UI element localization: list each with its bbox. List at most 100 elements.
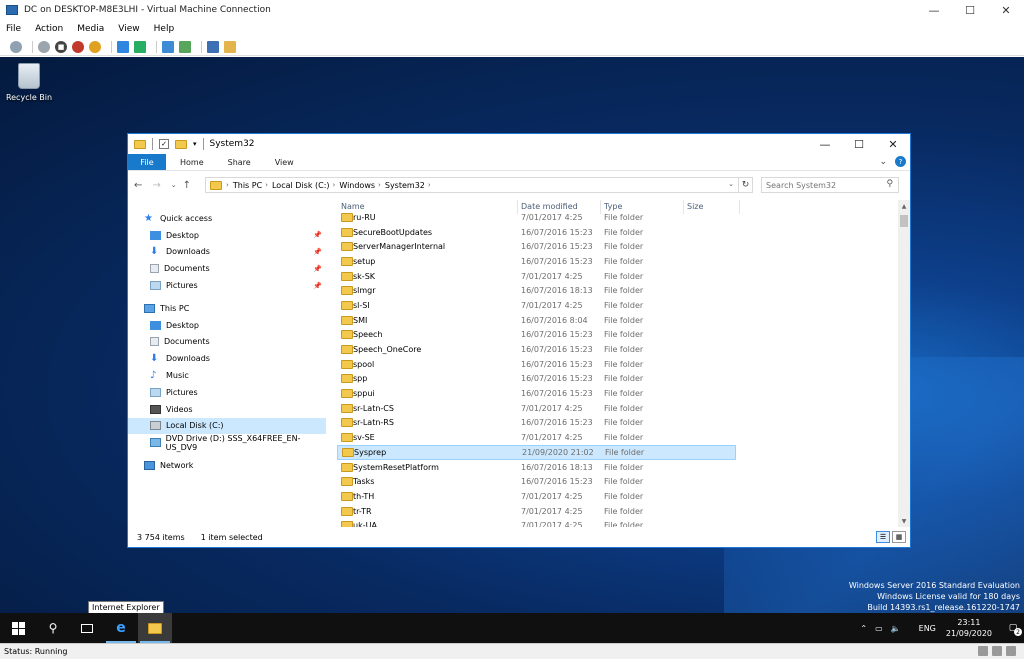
table-row[interactable]: sl-SI 7/01/2017 4:25 File folder: [337, 298, 900, 313]
nav-quick-access[interactable]: ★ Quick access: [128, 210, 326, 227]
table-row[interactable]: ru-RU 7/01/2017 4:25 File folder: [337, 210, 900, 225]
nav-pc-dvd-drive[interactable]: DVD Drive (D:) SSS_X64FREE_EN-US_DV9: [128, 434, 326, 452]
table-row[interactable]: sr-Latn-CS 7/01/2017 4:25 File folder: [337, 401, 900, 416]
input-language[interactable]: ENG: [919, 624, 936, 633]
tab-home[interactable]: Home: [170, 154, 214, 170]
host-minimize-button[interactable]: —: [916, 0, 952, 20]
action-center-button[interactable]: ▢ 2: [1002, 619, 1024, 637]
save-state-icon[interactable]: [89, 40, 101, 53]
shut-down-icon[interactable]: [72, 40, 84, 53]
refresh-icon[interactable]: ↻: [739, 177, 754, 193]
breadcrumb-windows[interactable]: Windows: [339, 181, 375, 190]
table-row[interactable]: Tasks 16/07/2016 15:23 File folder: [337, 474, 900, 489]
breadcrumb-this-pc[interactable]: This PC: [233, 181, 262, 190]
table-row[interactable]: spp 16/07/2016 15:23 File folder: [337, 372, 900, 387]
menu-action[interactable]: Action: [35, 24, 63, 34]
breadcrumb-chevron-icon[interactable]: ›: [265, 181, 268, 189]
address-history-chevron-down-icon[interactable]: ⌄: [728, 180, 734, 188]
nav-pc-music[interactable]: ♪ Music: [128, 367, 326, 384]
table-row[interactable]: sppui 16/07/2016 15:23 File folder: [337, 386, 900, 401]
breadcrumb-local-disk[interactable]: Local Disk (C:): [272, 181, 330, 190]
start-button[interactable]: [0, 613, 36, 643]
search-input[interactable]: [766, 180, 877, 190]
nav-pc-desktop[interactable]: Desktop: [128, 317, 326, 334]
new-folder-icon[interactable]: [175, 139, 187, 149]
table-row[interactable]: th-TH 7/01/2017 4:25 File folder: [337, 489, 900, 504]
start-icon[interactable]: [38, 40, 50, 53]
table-row[interactable]: sk-SK 7/01/2017 4:25 File folder: [337, 269, 900, 284]
volume-tray-icon[interactable]: 🔈: [891, 624, 901, 633]
forward-arrow-icon[interactable]: →: [152, 180, 160, 191]
nav-pc-videos[interactable]: Videos: [128, 401, 326, 418]
table-row[interactable]: sv-SE 7/01/2017 4:25 File folder: [337, 430, 900, 445]
enhanced-session-icon[interactable]: [207, 40, 219, 53]
table-row[interactable]: tr-TR 7/01/2017 4:25 File folder: [337, 504, 900, 519]
table-row[interactable]: ServerManagerInternal 16/07/2016 15:23 Fil…: [337, 239, 900, 254]
large-icons-view-icon[interactable]: ▦: [892, 531, 906, 543]
table-row[interactable]: Speech_OneCore 16/07/2016 15:23 File folde…: [337, 342, 900, 357]
table-row[interactable]: Sysprep 21/09/2020 21:02 File folder: [337, 445, 736, 460]
tab-share[interactable]: Share: [218, 154, 261, 170]
explorer-close-button[interactable]: ✕: [876, 134, 910, 154]
table-row[interactable]: sr-Latn-RS 16/07/2016 15:23 File folder: [337, 416, 900, 431]
recent-locations-chevron-down-icon[interactable]: ⌄: [171, 181, 177, 189]
checkpoint-icon[interactable]: [162, 40, 174, 53]
vertical-scrollbar[interactable]: ▲ ▼: [898, 200, 910, 527]
nav-qa-desktop[interactable]: Desktop 📌: [128, 227, 326, 244]
network-tray-icon[interactable]: ▭: [875, 624, 883, 633]
menu-file[interactable]: File: [6, 24, 21, 34]
tab-file[interactable]: File: [128, 154, 166, 170]
up-arrow-icon[interactable]: ↑: [183, 180, 191, 191]
details-view-icon[interactable]: ☰: [876, 531, 890, 543]
table-row[interactable]: setup 16/07/2016 15:23 File folder: [337, 254, 900, 269]
breadcrumb-chevron-icon[interactable]: ›: [378, 181, 381, 189]
table-row[interactable]: Speech 16/07/2016 15:23 File folder: [337, 328, 900, 343]
scroll-down-arrow-icon[interactable]: ▼: [898, 515, 910, 527]
nav-qa-documents[interactable]: Documents 📌: [128, 260, 326, 277]
tray-hidden-icons-chevron-up-icon[interactable]: ⌃: [860, 624, 867, 633]
resume-icon[interactable]: [134, 40, 146, 53]
nav-pc-documents[interactable]: Documents: [128, 334, 326, 351]
scroll-up-arrow-icon[interactable]: ▲: [898, 200, 910, 212]
tab-view[interactable]: View: [265, 154, 304, 170]
search-button[interactable]: ⚲: [36, 613, 70, 643]
explorer-maximize-button[interactable]: ☐: [842, 134, 876, 154]
ctrl-alt-del-icon[interactable]: [10, 40, 22, 53]
properties-icon[interactable]: ✓: [159, 139, 169, 149]
table-row[interactable]: SMI 16/07/2016 8:04 File folder: [337, 313, 900, 328]
breadcrumb-system32[interactable]: System32: [385, 181, 425, 190]
revert-icon[interactable]: [179, 40, 191, 53]
table-row[interactable]: spool 16/07/2016 15:23 File folder: [337, 357, 900, 372]
breadcrumb-chevron-icon[interactable]: ›: [428, 181, 431, 189]
table-row[interactable]: slmgr 16/07/2016 18:13 File folder: [337, 283, 900, 298]
search-box[interactable]: ⚲: [761, 177, 900, 193]
nav-pc-downloads[interactable]: ⬇ Downloads: [128, 350, 326, 367]
breadcrumb-chevron-icon[interactable]: ›: [226, 181, 229, 189]
menu-help[interactable]: Help: [154, 24, 175, 34]
nav-qa-downloads[interactable]: ⬇ Downloads 📌: [128, 244, 326, 261]
expand-ribbon-chevron-down-icon[interactable]: ⌄: [879, 157, 887, 167]
nav-pc-pictures[interactable]: Pictures: [128, 384, 326, 401]
nav-pc-local-disk[interactable]: Local Disk (C:): [128, 417, 326, 435]
task-view-button[interactable]: [70, 613, 104, 643]
menu-view[interactable]: View: [118, 24, 139, 34]
pause-icon[interactable]: [117, 40, 129, 53]
host-close-button[interactable]: ✕: [988, 0, 1024, 20]
back-arrow-icon[interactable]: ←: [134, 180, 142, 191]
internet-explorer-taskbar-button[interactable]: e: [104, 613, 138, 643]
table-row[interactable]: uk-UA 7/01/2017 4:25 File folder: [337, 518, 900, 527]
nav-qa-pictures[interactable]: Pictures 📌: [128, 277, 326, 294]
share-icon[interactable]: [224, 40, 236, 53]
nav-network[interactable]: Network: [128, 457, 326, 474]
help-icon[interactable]: ?: [895, 156, 906, 167]
table-row[interactable]: SecureBootUpdates 16/07/2016 15:23 File fo…: [337, 225, 900, 240]
recycle-bin-shortcut[interactable]: Recycle Bin: [6, 63, 52, 102]
explorer-minimize-button[interactable]: —: [808, 134, 842, 154]
nav-this-pc[interactable]: This PC: [128, 300, 326, 317]
turn-off-icon[interactable]: ■: [55, 40, 67, 53]
taskbar-clock[interactable]: 23:11 21/09/2020: [946, 617, 992, 639]
customize-qa-chevron-down-icon[interactable]: ▾: [193, 140, 197, 148]
address-bar[interactable]: › This PC › Local Disk (C:) › Windows › …: [205, 177, 740, 193]
table-row[interactable]: SystemResetPlatform 16/07/2016 18:13 File …: [337, 460, 900, 475]
file-explorer-taskbar-button[interactable]: [138, 613, 172, 643]
